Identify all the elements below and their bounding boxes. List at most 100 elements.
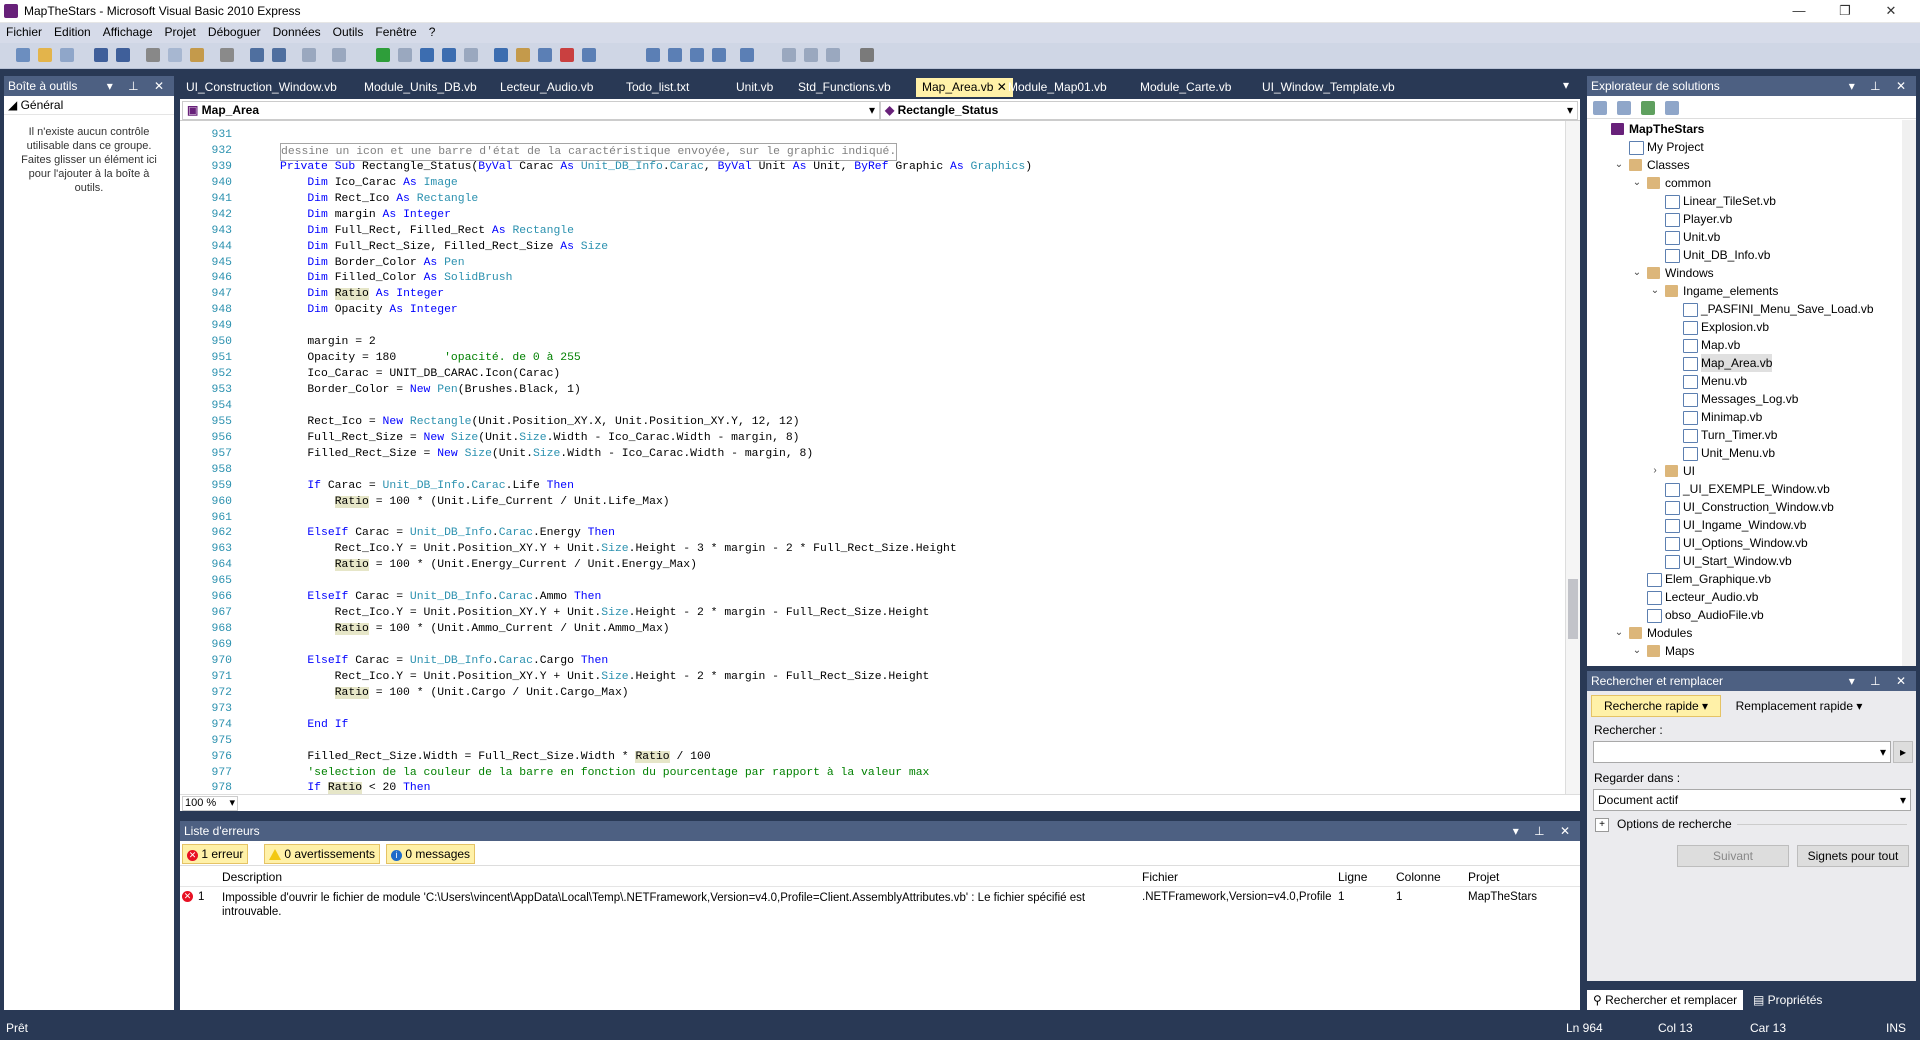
code-line[interactable]: 965 — [180, 573, 1570, 589]
error-list-icon[interactable] — [582, 48, 596, 62]
code-line[interactable]: 954 — [180, 398, 1570, 414]
tree-item[interactable]: MapTheStars — [1587, 120, 1901, 138]
tree-item[interactable]: obso_AudioFile.vb — [1587, 606, 1901, 624]
chevron-down-icon[interactable]: ⌄ — [1631, 264, 1643, 282]
panel-controls[interactable]: ▾ ⊥ ✕ — [1513, 821, 1576, 841]
start-debug-icon[interactable] — [376, 48, 390, 62]
show-all-files-icon[interactable] — [1617, 101, 1631, 115]
panel-controls[interactable]: ▾ ⊥ ✕ — [1849, 671, 1912, 691]
align-icon[interactable] — [668, 48, 682, 62]
object-browser-icon[interactable] — [538, 48, 552, 62]
tree-item[interactable]: Minimap.vb — [1587, 408, 1901, 426]
tab-find-replace[interactable]: ⚲ Rechercher et remplacer — [1587, 990, 1744, 1010]
code-line[interactable]: 952 Ico_Carac = UNIT_DB_CARAC.Icon(Carac… — [180, 366, 1570, 382]
code-line[interactable]: 945 Dim Border_Color As Pen — [180, 255, 1570, 271]
errors-filter-button[interactable]: ✕ 1 erreur — [182, 844, 249, 864]
tree-item[interactable]: Map.vb — [1587, 336, 1901, 354]
doc-tab[interactable]: Module_Map01.vb — [1002, 78, 1113, 97]
tree-item[interactable]: _UI_EXEMPLE_Window.vb — [1587, 480, 1901, 498]
code-line[interactable]: 973 — [180, 701, 1570, 717]
doc-tab[interactable]: UI_Construction_Window.vb — [180, 78, 343, 97]
chevron-down-icon[interactable]: ⌄ — [1631, 642, 1643, 660]
view-code-icon[interactable] — [1665, 101, 1679, 115]
bookmark-all-button[interactable]: Signets pour tout — [1797, 845, 1909, 867]
step-into-icon[interactable] — [420, 48, 434, 62]
code-line[interactable]: 975 — [180, 733, 1570, 749]
code-line[interactable]: 969 — [180, 637, 1570, 653]
properties-icon[interactable] — [516, 48, 530, 62]
code-line[interactable]: 941 Dim Rect_Ico As Rectangle — [180, 191, 1570, 207]
code-line[interactable]: 971 Rect_Ico.Y = Unit.Position_XY.Y + Un… — [180, 669, 1570, 685]
tab-properties[interactable]: ▤ Propriétés — [1747, 990, 1828, 1010]
column-file[interactable]: Fichier — [1142, 870, 1178, 884]
panel-controls[interactable]: ▾ ⊥ ✕ — [1849, 76, 1912, 96]
code-line[interactable]: 963 Rect_Ico.Y = Unit.Position_XY.Y + Un… — [180, 541, 1570, 557]
method-combo[interactable]: ◆ Rectangle_Status ▾ — [880, 101, 1578, 120]
redo-icon[interactable] — [332, 48, 346, 62]
doc-tab[interactable]: UI_Window_Template.vb — [1256, 78, 1401, 97]
menu-item-4[interactable]: Déboguer — [202, 23, 267, 41]
code-line[interactable]: 953 Border_Color = New Pen(Brushes.Black… — [180, 382, 1570, 398]
code-line[interactable]: 955 Rect_Ico = New Rectangle(Unit.Positi… — [180, 414, 1570, 430]
scrollbar-thumb[interactable] — [1568, 579, 1578, 639]
tree-item[interactable]: › UI — [1587, 462, 1901, 480]
code-line[interactable]: 977 'selection de la couleur de la barre… — [180, 765, 1570, 781]
tree-item[interactable]: Unit.vb — [1587, 228, 1901, 246]
column-description[interactable]: Description — [222, 870, 282, 884]
stop-icon[interactable] — [398, 48, 412, 62]
code-line[interactable]: 950 margin = 2 — [180, 334, 1570, 350]
toolbox-group[interactable]: ◢ Général — [4, 96, 174, 115]
tree-item[interactable]: ⌄ Ingame_elements — [1587, 282, 1901, 300]
code-line[interactable]: 959 If Carac = Unit_DB_Info.Carac.Life T… — [180, 478, 1570, 494]
code-line[interactable]: 940 Dim Ico_Carac As Image — [180, 175, 1570, 191]
menu-item-3[interactable]: Projet — [159, 23, 202, 41]
add-item-icon[interactable] — [60, 48, 74, 62]
quick-find-button[interactable]: Recherche rapide ▾ — [1591, 695, 1721, 717]
indent-icon[interactable] — [712, 48, 726, 62]
code-line[interactable]: 942 Dim margin As Integer — [180, 207, 1570, 223]
tree-item[interactable]: Unit_DB_Info.vb — [1587, 246, 1901, 264]
tree-item[interactable]: ⌄ Maps — [1587, 642, 1901, 660]
doc-tab[interactable]: Map_Area.vb ✕ — [916, 78, 1013, 97]
tree-item[interactable]: Lecteur_Audio.vb — [1587, 588, 1901, 606]
code-line[interactable]: 956 Full_Rect_Size = New Size(Unit.Size.… — [180, 430, 1570, 446]
doc-tab[interactable]: Module_Units_DB.vb — [358, 78, 483, 97]
open-file-icon[interactable] — [38, 48, 52, 62]
code-line[interactable]: 949 — [180, 318, 1570, 334]
solution-explorer-icon[interactable] — [494, 48, 508, 62]
expand-options-icon[interactable]: + — [1595, 818, 1609, 832]
menu-item-8[interactable]: ? — [423, 23, 442, 41]
comment-icon[interactable] — [250, 48, 264, 62]
tab-overflow-icon[interactable]: ▾ — [1563, 78, 1569, 92]
tree-item[interactable]: UI_Options_Window.vb — [1587, 534, 1901, 552]
look-in-select[interactable]: Document actif ▾ — [1593, 789, 1911, 811]
refresh-icon[interactable] — [1641, 101, 1655, 115]
menu-item-1[interactable]: Edition — [48, 23, 97, 41]
column-line[interactable]: Ligne — [1338, 870, 1367, 884]
chevron-right-icon[interactable]: › — [1649, 462, 1661, 480]
class-combo[interactable]: ▣ Map_Area ▾ — [182, 101, 880, 120]
options-icon[interactable] — [860, 48, 874, 62]
tree-item[interactable]: Explosion.vb — [1587, 318, 1901, 336]
code-line[interactable]: 951 Opacity = 180 'opacité. de 0 à 255 — [180, 350, 1570, 366]
messages-filter-button[interactable]: i 0 messages — [386, 844, 476, 864]
warnings-filter-button[interactable]: 0 avertissements — [264, 844, 381, 864]
save-all-icon[interactable] — [116, 48, 130, 62]
menu-item-2[interactable]: Affichage — [97, 23, 159, 41]
chevron-down-icon[interactable]: ⌄ — [1613, 156, 1625, 174]
bookmark-icon[interactable] — [690, 48, 704, 62]
tree-item[interactable]: UI_Construction_Window.vb — [1587, 498, 1901, 516]
tree-item[interactable]: ⌄ common — [1587, 174, 1901, 192]
column-project[interactable]: Projet — [1468, 870, 1499, 884]
chevron-down-icon[interactable]: ⌄ — [1631, 174, 1643, 192]
maximize-button[interactable]: ❐ — [1822, 0, 1868, 22]
tree-item[interactable]: Linear_TileSet.vb — [1587, 192, 1901, 210]
outdent-icon[interactable] — [740, 48, 754, 62]
tree-item[interactable]: Player.vb — [1587, 210, 1901, 228]
code-line[interactable]: 964 Ratio = 100 * (Unit.Energy_Current /… — [180, 557, 1570, 573]
code-line[interactable]: 960 Ratio = 100 * (Unit.Life_Current / U… — [180, 494, 1570, 510]
zoom-combo[interactable]: 100 % ▾ — [182, 796, 238, 811]
chevron-down-icon[interactable]: ⌄ — [1649, 282, 1661, 300]
save-icon[interactable] — [94, 48, 108, 62]
code-line[interactable]: 962 ElseIf Carac = Unit_DB_Info.Carac.En… — [180, 525, 1570, 541]
